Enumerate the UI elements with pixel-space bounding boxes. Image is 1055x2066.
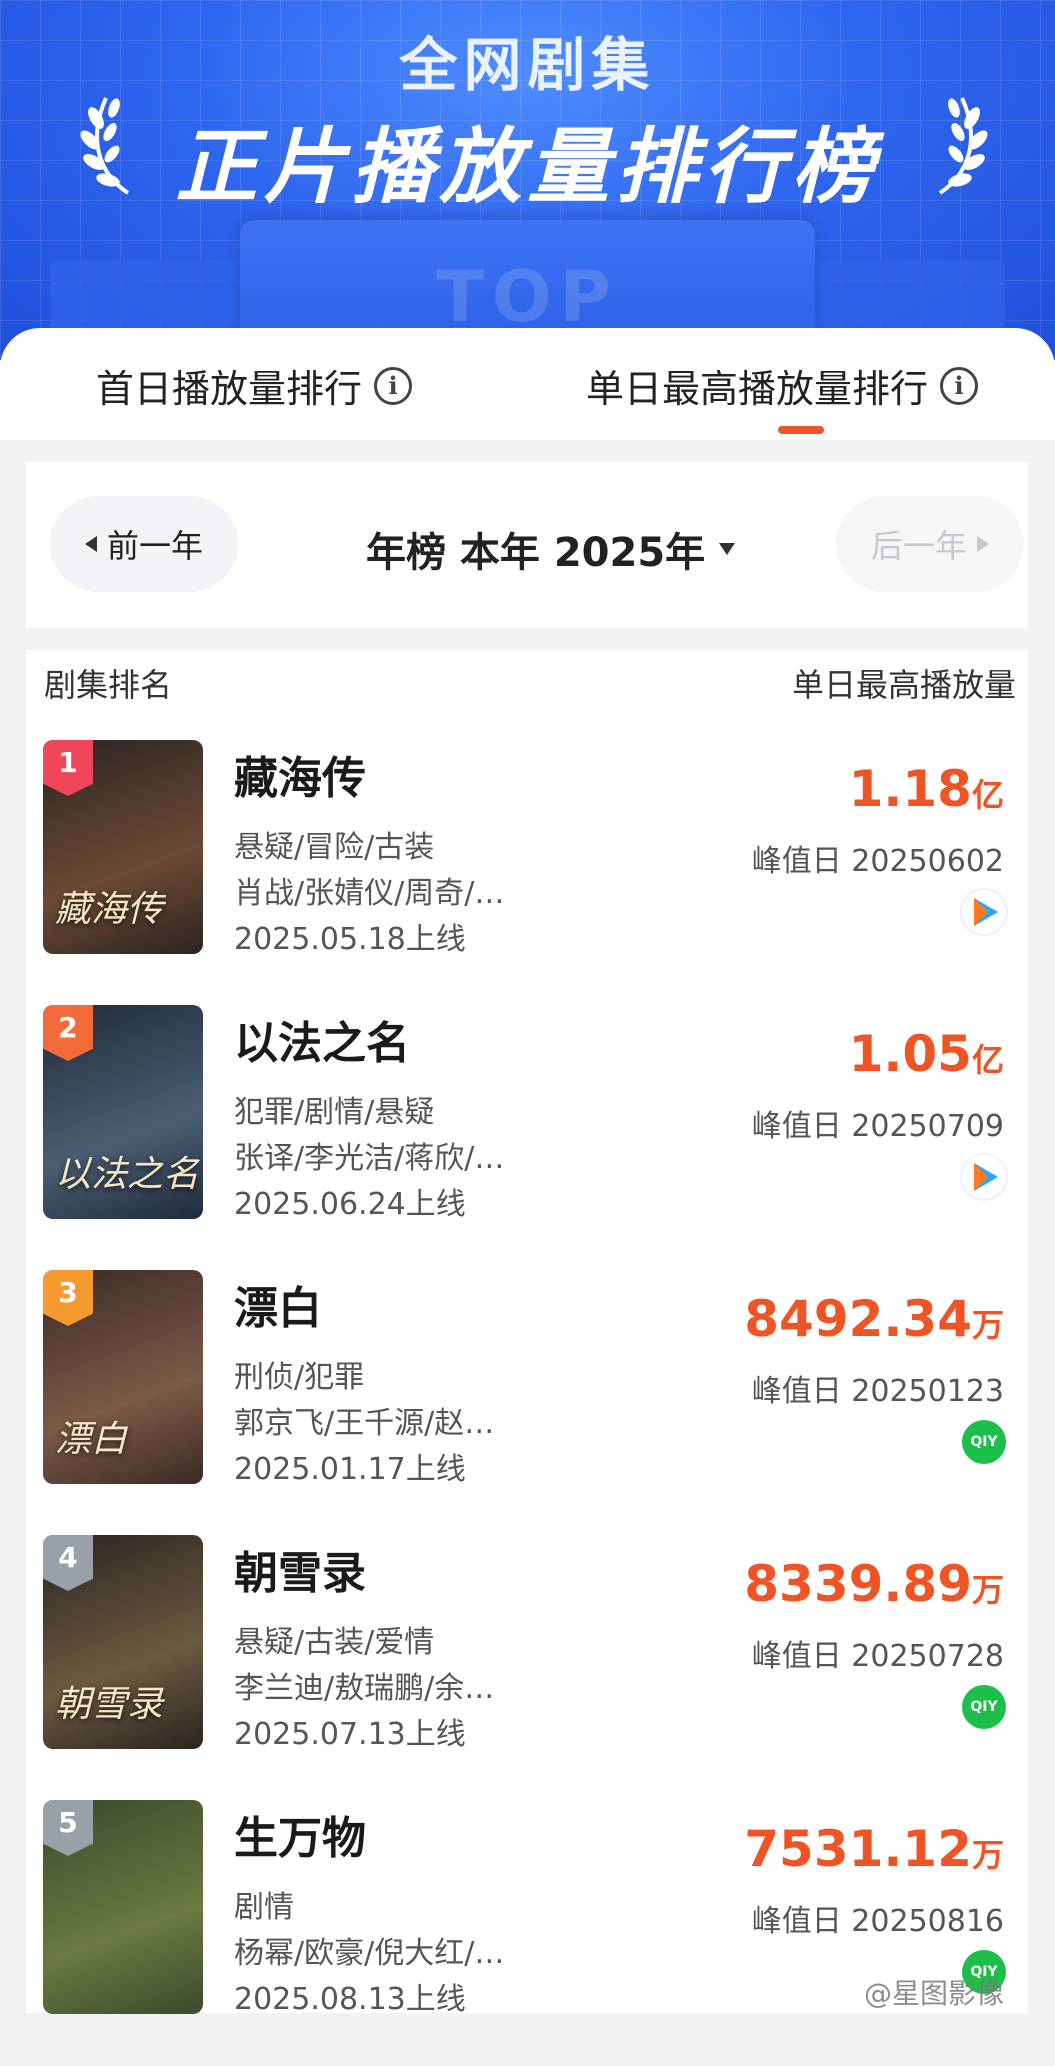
release-date: 2025.07.13上线 (234, 1717, 466, 1752)
drama-cast: 张译/李光洁/蒋欣/… (234, 1141, 505, 1176)
poster-title-art: 藏海传 (55, 889, 164, 930)
tab-single-day-peak[interactable]: 单日最高播放量排行 i (586, 358, 979, 413)
drama-name[interactable]: 生万物 (234, 1802, 366, 1866)
table-row[interactable]: 4 朝雪录 朝雪录 悬疑/古装/爱情 李兰迪/敖瑞鹏/余… 2025.07.13… (26, 1535, 1028, 1801)
views-value: 1.05 (848, 1025, 972, 1083)
rank-badge: 4 (43, 1535, 93, 1591)
banner-title-line2: 正片播放量排行榜 (0, 100, 1055, 219)
ranking-tabs: 首日播放量排行 i 单日最高播放量排行 i (0, 328, 1055, 440)
header-banner: 全网剧集 正片播放量排行榜 TOP (0, 0, 1055, 360)
views-unit: 万 (971, 1836, 1004, 1874)
tencent-video-icon (962, 1155, 1006, 1199)
drama-cast: 杨幂/欧豪/倪大红/… (234, 1936, 505, 1971)
poster-title-art: 以法之名 (55, 1154, 200, 1195)
peak-date: 峰值日 20250123 (751, 1374, 1004, 1409)
drama-name[interactable]: 漂白 (234, 1272, 322, 1336)
poster-image[interactable]: 1 藏海传 (43, 740, 203, 954)
release-date: 2025.08.13上线 (234, 1982, 466, 2017)
rank-badge: 5 (43, 1800, 93, 1856)
caret-right-icon (977, 536, 989, 552)
poster-image[interactable]: 4 朝雪录 (43, 1535, 203, 1749)
tencent-video-icon (962, 890, 1006, 934)
tab-label: 首日播放量排行 (96, 367, 363, 411)
year-dropdown-label: 年榜 本年 2025年 (366, 530, 706, 576)
drama-genre: 悬疑/冒险/古装 (234, 830, 435, 865)
drama-cast: 李兰迪/敖瑞鹏/余… (234, 1671, 495, 1706)
peak-date: 峰值日 20250816 (751, 1904, 1004, 1939)
peak-views: 1.05亿 (849, 1025, 1004, 1083)
release-date: 2025.05.18上线 (234, 922, 466, 957)
drama-name[interactable]: 以法之名 (234, 1007, 410, 1071)
drama-genre: 刑侦/犯罪 (234, 1360, 365, 1395)
iqiyi-icon: QIY (962, 1420, 1006, 1464)
drama-genre: 剧情 (234, 1890, 294, 1925)
banner-title-line1: 全网剧集 (399, 31, 656, 99)
tab-label: 单日最高播放量排行 (586, 367, 929, 411)
info-icon[interactable]: i (374, 366, 413, 405)
drama-genre: 悬疑/古装/爱情 (234, 1625, 435, 1660)
caret-down-icon (719, 543, 736, 555)
peak-date: 峰值日 20250709 (751, 1109, 1004, 1144)
caret-left-icon (84, 536, 97, 552)
drama-cast: 郭京飞/王千源/赵… (234, 1406, 495, 1441)
watermark: @星图影像 (864, 1977, 1005, 2010)
views-value: 8339.89 (744, 1555, 972, 1613)
active-tab-indicator (778, 426, 824, 434)
table-row[interactable]: 3 漂白 漂白 刑侦/犯罪 郭京飞/王千源/赵… 2025.01.17上线 84… (26, 1270, 1028, 1536)
poster-image[interactable]: 2 以法之名 (43, 1005, 203, 1219)
table-row[interactable]: 2 以法之名 以法之名 犯罪/剧情/悬疑 张译/李光洁/蒋欣/… 2025.06… (26, 1005, 1028, 1271)
year-selector: 前一年 年榜 本年 2025年 后一年 (26, 462, 1028, 628)
prev-year-button[interactable]: 前一年 (50, 496, 238, 592)
next-year-button[interactable]: 后一年 (836, 496, 1024, 592)
peak-views: 1.18亿 (849, 760, 1004, 818)
banner-title-text: 正片播放量排行榜 (175, 120, 880, 215)
views-value: 1.18 (848, 760, 972, 818)
poster-title-art: 朝雪录 (55, 1684, 164, 1725)
poster-title-art: 漂白 (55, 1419, 128, 1460)
drama-name[interactable]: 藏海传 (234, 742, 366, 806)
release-date: 2025.06.24上线 (234, 1187, 466, 1222)
drama-genre: 犯罪/剧情/悬疑 (234, 1095, 435, 1130)
poster-image[interactable]: 3 漂白 (43, 1270, 203, 1484)
list-header-rank: 剧集排名 (44, 666, 173, 704)
rank-badge: 3 (43, 1270, 93, 1326)
peak-views: 7531.12万 (744, 1820, 1004, 1878)
list-header-views: 单日最高播放量 (792, 666, 1017, 704)
tab-first-day-views[interactable]: 首日播放量排行 i (96, 358, 413, 413)
rank-badge: 2 (43, 1005, 93, 1061)
rank-badge: 1 (43, 740, 93, 796)
peak-date: 峰值日 20250602 (751, 844, 1004, 879)
views-unit: 亿 (971, 776, 1004, 814)
info-icon[interactable]: i (940, 366, 979, 405)
views-unit: 亿 (971, 1041, 1004, 1079)
peak-views: 8339.89万 (744, 1555, 1004, 1613)
drama-cast: 肖战/张婧仪/周奇/… (234, 876, 505, 911)
year-dropdown[interactable]: 年榜 本年 2025年 (366, 520, 736, 578)
poster-image[interactable]: 5 (43, 1800, 203, 2014)
iqiyi-icon: QIY (962, 1685, 1006, 1729)
table-row[interactable]: 1 藏海传 藏海传 悬疑/冒险/古装 肖战/张婧仪/周奇/… 2025.05.1… (26, 740, 1028, 1006)
views-unit: 万 (971, 1306, 1004, 1344)
views-value: 8492.34 (744, 1290, 972, 1348)
peak-views: 8492.34万 (744, 1290, 1004, 1348)
podium-text: TOP (436, 256, 619, 338)
release-date: 2025.01.17上线 (234, 1452, 466, 1487)
peak-date: 峰值日 20250728 (751, 1639, 1004, 1674)
table-row[interactable]: 5 生万物 剧情 杨幂/欧豪/倪大红/… 2025.08.13上线 7531.1… (26, 1800, 1028, 2066)
prev-year-label: 前一年 (106, 527, 203, 565)
next-year-label: 后一年 (870, 527, 967, 565)
drama-name[interactable]: 朝雪录 (234, 1537, 366, 1601)
views-value: 7531.12 (744, 1820, 972, 1878)
views-unit: 万 (971, 1571, 1004, 1609)
